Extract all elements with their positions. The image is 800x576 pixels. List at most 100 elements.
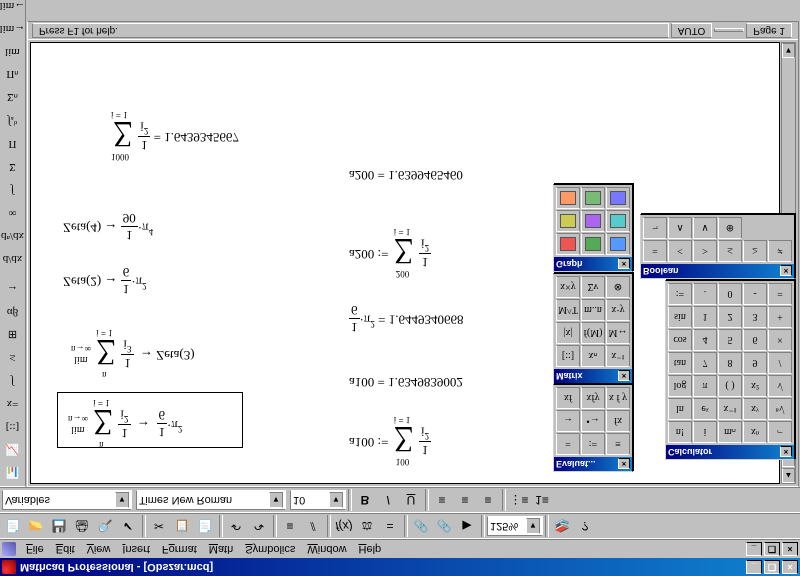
- boolean-palette[interactable]: Boolean × =<>≤≥≠¬∧∨⊕: [640, 214, 795, 279]
- bool-btn-2[interactable]: >: [693, 240, 717, 262]
- align-left-button[interactable]: ≡: [431, 489, 453, 511]
- eval-btn-5[interactable]: fx: [606, 410, 630, 432]
- bool-btn-5[interactable]: ≠: [768, 240, 792, 262]
- infinity-button[interactable]: ∞: [2, 202, 24, 224]
- menu-format[interactable]: Format: [156, 541, 203, 557]
- equation-sum-1000[interactable]: i = 1 ∑ 1000 1i2 = 1.6439345667: [111, 119, 239, 153]
- graph-btn-1[interactable]: [581, 233, 605, 255]
- align-center-button[interactable]: ≡: [454, 489, 476, 511]
- calc-btn-20[interactable]: cos: [668, 329, 692, 351]
- calc-btn-17[interactable]: 8: [718, 352, 742, 374]
- align2-button[interactable]: ⫽: [302, 515, 324, 537]
- menu-symbolics[interactable]: Symbolics: [239, 541, 301, 557]
- calc-btn-8[interactable]: xʸ: [743, 398, 767, 420]
- calc-button[interactable]: =: [379, 515, 401, 537]
- calc-btn-2[interactable]: mₙ: [718, 421, 742, 443]
- italic-button[interactable]: I: [377, 489, 399, 511]
- close-icon[interactable]: ×: [780, 266, 792, 277]
- matrix-btn-8[interactable]: x·y: [606, 299, 630, 321]
- calc-btn-26[interactable]: 1: [693, 306, 717, 328]
- menu-window[interactable]: Window: [301, 541, 352, 557]
- sum-range-button[interactable]: Σₙ: [2, 87, 24, 109]
- doc-minimize[interactable]: _: [746, 542, 762, 556]
- calc-btn-33[interactable]: -: [743, 283, 767, 305]
- calc-btn-15[interactable]: tan: [668, 352, 692, 374]
- redo-button[interactable]: ↷: [248, 515, 270, 537]
- graph-btn-8[interactable]: [606, 187, 630, 209]
- limit-right-button[interactable]: lim→: [2, 18, 24, 40]
- close-icon[interactable]: ×: [618, 371, 630, 382]
- equation-pi2-6[interactable]: 16·π2 = 1.6449340668: [349, 302, 464, 335]
- hyperlink-button[interactable]: 🔗: [433, 515, 455, 537]
- calc-btn-9[interactable]: ⁿ√: [768, 398, 792, 420]
- matrix-btn-10[interactable]: Σv: [581, 276, 605, 298]
- def-integral-button[interactable]: ∫ₐᵇ: [2, 110, 24, 132]
- menu-help[interactable]: Help: [353, 541, 388, 557]
- calc-btn-0[interactable]: n!: [668, 421, 692, 443]
- matrix-palette[interactable]: Matrix × [::]xₙx⁻¹|x|f(M)M↔M^Tm..nx·yx×y…: [553, 273, 633, 384]
- close-icon[interactable]: ×: [618, 259, 630, 270]
- boolean-palette-button[interactable]: ≤: [2, 347, 24, 369]
- component-button[interactable]: 🔗: [410, 515, 432, 537]
- calc-btn-22[interactable]: 5: [718, 329, 742, 351]
- copy-button[interactable]: 📋: [171, 515, 193, 537]
- graph-btn-5[interactable]: [606, 210, 630, 232]
- calc-btn-5[interactable]: ln: [668, 398, 692, 420]
- cut-button[interactable]: ✂: [148, 515, 170, 537]
- align-button[interactable]: ≡: [279, 515, 301, 537]
- spell-button[interactable]: ✔: [117, 515, 139, 537]
- graph-btn-6[interactable]: [556, 187, 580, 209]
- calculus-palette-button[interactable]: ∫: [2, 370, 24, 392]
- bool-btn-4[interactable]: ≥: [743, 240, 767, 262]
- graph-palette[interactable]: Graph ×: [553, 184, 633, 272]
- doc-close[interactable]: ×: [782, 542, 798, 556]
- calc-btn-13[interactable]: x²: [743, 375, 767, 397]
- calculator-palette-button[interactable]: 📊: [2, 462, 24, 484]
- resource-button[interactable]: 📚: [551, 515, 573, 537]
- calculator-palette-title[interactable]: Calculator ×: [666, 445, 794, 459]
- bool-btn-8[interactable]: ∨: [693, 217, 717, 239]
- close-button[interactable]: ×: [782, 560, 798, 574]
- matrix-palette-button[interactable]: [::]: [2, 416, 24, 438]
- scroll-down-button[interactable]: ▼: [782, 43, 795, 58]
- programming-palette-button[interactable]: ⊞: [2, 324, 24, 346]
- eval-btn-6[interactable]: xf: [556, 387, 580, 409]
- menu-insert[interactable]: Insert: [116, 541, 156, 557]
- bool-btn-3[interactable]: ≤: [718, 240, 742, 262]
- calc-btn-7[interactable]: x⁻¹: [718, 398, 742, 420]
- evaluation-palette[interactable]: Evaluat... × =:=≡→•→fxxfxfyx f y: [553, 384, 633, 472]
- bold-button[interactable]: B: [354, 489, 376, 511]
- align-right-button[interactable]: ≡: [477, 489, 499, 511]
- equation-limit-zeta3[interactable]: limn→∞ n ∑ i = 1 1i3 → Zeta(3): [71, 337, 195, 371]
- print-button[interactable]: 🖨: [71, 515, 93, 537]
- graph-btn-7[interactable]: [581, 187, 605, 209]
- calc-btn-24[interactable]: ×: [768, 329, 792, 351]
- calc-btn-18[interactable]: 9: [743, 352, 767, 374]
- product-button[interactable]: Π: [2, 133, 24, 155]
- sum-button[interactable]: Σ: [2, 156, 24, 178]
- menu-file[interactable]: File: [20, 541, 50, 557]
- eval-btn-2[interactable]: ≡: [606, 433, 630, 455]
- size-combo[interactable]: ▼: [290, 490, 346, 510]
- boolean-palette-title[interactable]: Boolean ×: [641, 264, 794, 278]
- chevron-down-icon[interactable]: ▼: [115, 492, 129, 508]
- graph-btn-0[interactable]: [556, 233, 580, 255]
- zoom-combo[interactable]: ▼: [487, 516, 543, 536]
- chevron-down-icon[interactable]: ▼: [526, 518, 540, 534]
- fx-button[interactable]: f(x): [333, 515, 355, 537]
- product-range-button[interactable]: Πₙ: [2, 64, 24, 86]
- calc-btn-32[interactable]: 0: [718, 283, 742, 305]
- matrix-btn-11[interactable]: ⊗: [606, 276, 630, 298]
- equation-a200-val[interactable]: a200 = 1.6399465460: [349, 167, 463, 183]
- matrix-btn-5[interactable]: M↔: [606, 322, 630, 344]
- help-button[interactable]: ?: [574, 515, 596, 537]
- paste-button[interactable]: 📄: [194, 515, 216, 537]
- menu-edit[interactable]: Edit: [50, 541, 81, 557]
- font-combo[interactable]: ▼: [136, 490, 286, 510]
- graph-btn-4[interactable]: [581, 210, 605, 232]
- evaluation-palette-title[interactable]: Evaluat... ×: [554, 457, 632, 471]
- matrix-btn-1[interactable]: xₙ: [581, 345, 605, 367]
- graph-btn-2[interactable]: [606, 233, 630, 255]
- calc-btn-29[interactable]: +: [768, 306, 792, 328]
- integral-button[interactable]: ∫: [2, 179, 24, 201]
